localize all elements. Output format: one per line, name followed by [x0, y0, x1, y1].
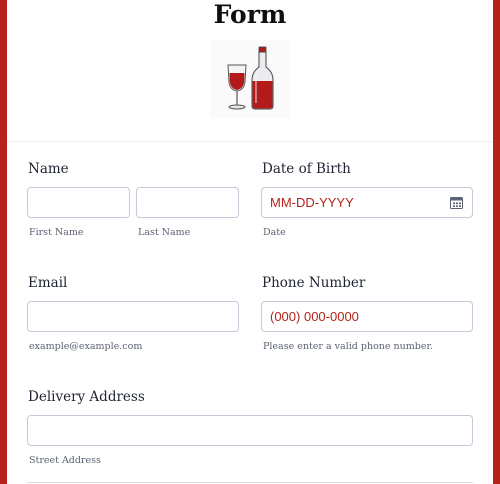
date-placeholder: MM-DD-YYYY — [270, 195, 354, 210]
calendar-icon[interactable] — [450, 196, 463, 209]
last-name-sublabel: Last Name — [138, 227, 191, 238]
form-title: Form — [213, 0, 287, 29]
last-name-input[interactable] — [136, 187, 239, 218]
email-sublabel: example@example.com — [29, 341, 143, 352]
name-label: Name — [28, 161, 69, 177]
date-of-birth-input[interactable]: MM-DD-YYYY — [261, 187, 473, 218]
phone-number-label: Phone Number — [262, 275, 366, 291]
first-name-sublabel: First Name — [29, 227, 84, 238]
phone-sublabel: Please enter a valid phone number. — [263, 341, 434, 352]
street-address-input[interactable] — [27, 415, 473, 446]
delivery-address-label: Delivery Address — [28, 389, 145, 405]
wine-bottle-and-glass-icon — [211, 40, 289, 118]
first-name-input[interactable] — [27, 187, 130, 218]
phone-placeholder: (000) 000-0000 — [270, 309, 359, 324]
date-of-birth-label: Date of Birth — [262, 161, 351, 177]
bottom-divider — [27, 482, 473, 483]
street-address-sublabel: Street Address — [29, 455, 101, 466]
right-accent-border — [493, 0, 500, 484]
header-divider — [7, 141, 493, 142]
phone-number-input[interactable]: (000) 000-0000 — [261, 301, 473, 332]
email-label: Email — [28, 275, 68, 291]
email-input[interactable] — [27, 301, 239, 332]
date-sublabel: Date — [263, 227, 286, 238]
left-accent-border — [0, 0, 7, 484]
